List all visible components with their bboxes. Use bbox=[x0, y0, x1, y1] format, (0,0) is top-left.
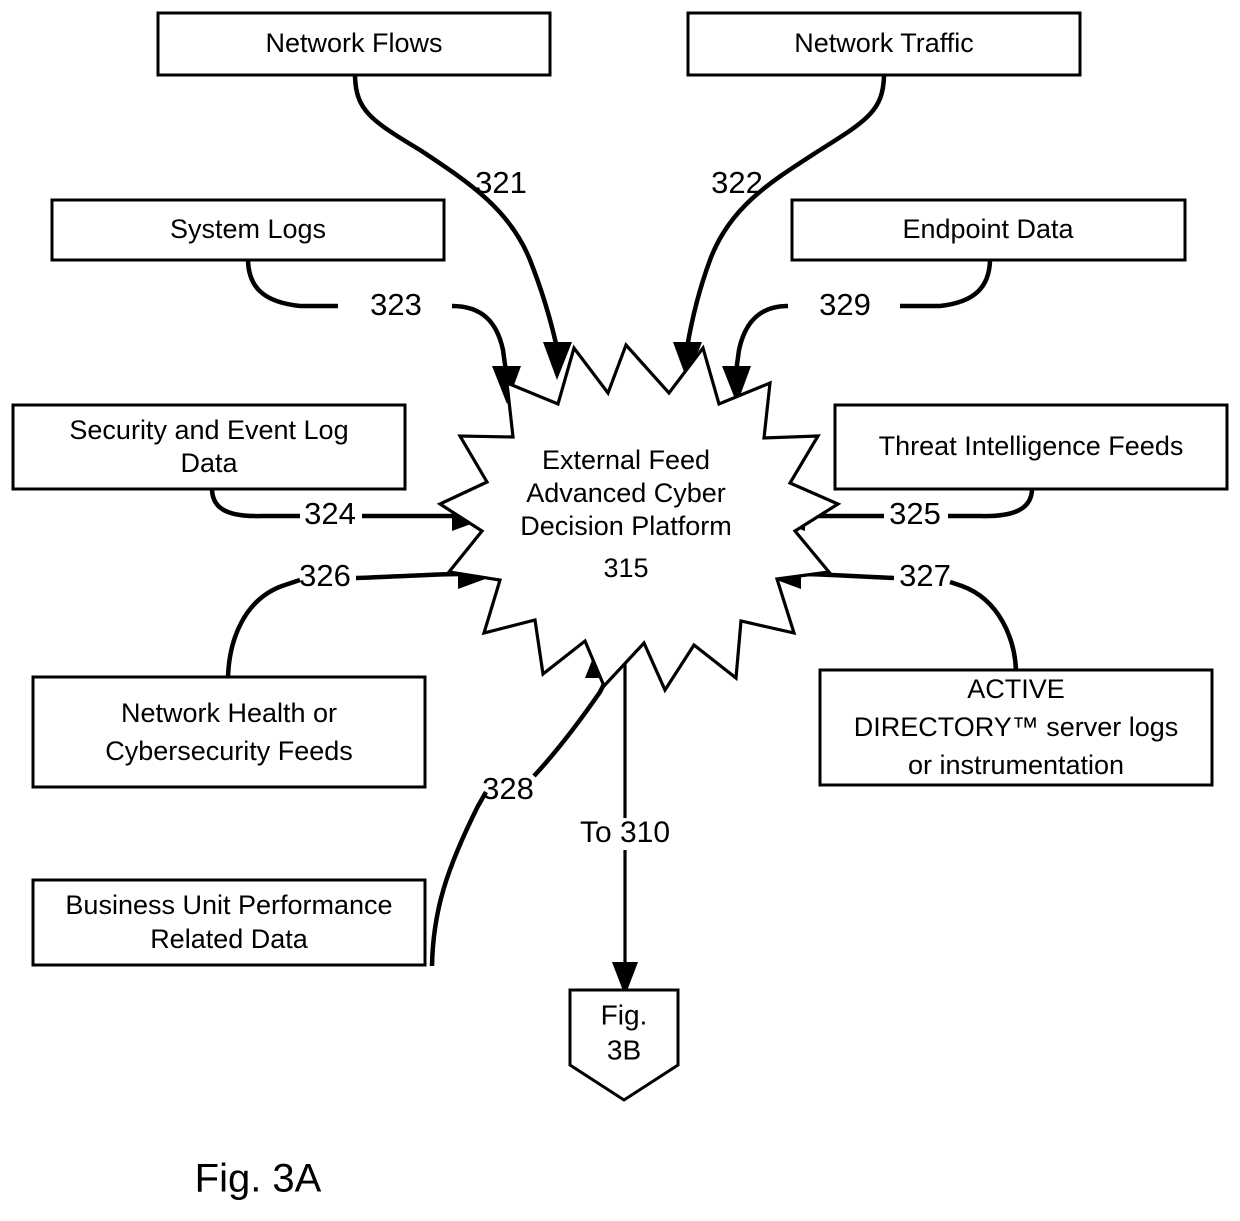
hub-line-1: External Feed bbox=[542, 445, 710, 475]
off-page-connector-fig-3b[interactable]: Fig. 3B bbox=[568, 988, 680, 1102]
hub-reference-number: 315 bbox=[603, 553, 648, 583]
reference-numeral-328: 328 bbox=[482, 771, 534, 806]
connector-323 bbox=[245, 260, 521, 404]
source-box-security-and-event-log-data[interactable]: Security and Event Log Data bbox=[11, 403, 407, 491]
source-box-network-health-or-cybersecurity-feeds[interactable]: Network Health or Cybersecurity Feeds bbox=[31, 675, 427, 789]
active-directory-line-3: or instrumentation bbox=[908, 750, 1124, 780]
reference-numeral-325: 325 bbox=[889, 496, 941, 531]
business-unit-line-1: Business Unit Performance bbox=[65, 890, 392, 920]
threat-intelligence-feeds-label: Threat Intelligence Feeds bbox=[879, 431, 1184, 461]
source-box-business-unit-performance-related-data[interactable]: Business Unit Performance Related Data bbox=[31, 878, 427, 967]
active-directory-line-2: DIRECTORY™ server logs bbox=[854, 712, 1179, 742]
source-box-active-directory-server-logs[interactable]: ACTIVE DIRECTORY™ server logs or instrum… bbox=[818, 668, 1214, 787]
business-unit-line-2: Related Data bbox=[150, 924, 309, 954]
to-310-note: To 310 bbox=[580, 816, 670, 849]
source-box-system-logs[interactable]: System Logs bbox=[50, 198, 446, 262]
reference-numeral-327: 327 bbox=[899, 558, 951, 593]
reference-numeral-321: 321 bbox=[475, 165, 527, 200]
figure-caption: Fig. 3A bbox=[195, 1157, 322, 1201]
source-box-endpoint-data[interactable]: Endpoint Data bbox=[790, 198, 1187, 262]
connector-327 bbox=[763, 561, 1019, 672]
reference-numeral-324: 324 bbox=[304, 496, 356, 531]
figure-canvas: External Feed Advanced Cyber Decision Pl… bbox=[11, 11, 1229, 1201]
fig-3b-line-1: Fig. bbox=[601, 999, 648, 1030]
system-logs-label: System Logs bbox=[170, 214, 326, 244]
reference-numeral-323: 323 bbox=[370, 287, 422, 322]
connector-326 bbox=[225, 561, 496, 679]
security-and-event-log-data-line-2: Data bbox=[180, 448, 238, 478]
endpoint-data-label: Endpoint Data bbox=[902, 214, 1074, 244]
reference-numeral-322: 322 bbox=[711, 165, 763, 200]
source-box-network-traffic[interactable]: Network Traffic bbox=[686, 11, 1082, 77]
patent-figure-3a: External Feed Advanced Cyber Decision Pl… bbox=[0, 0, 1240, 1221]
active-directory-line-1: ACTIVE bbox=[967, 674, 1065, 704]
fig-3b-line-2: 3B bbox=[607, 1034, 641, 1065]
connector-329 bbox=[722, 260, 993, 404]
network-health-line-1: Network Health or bbox=[121, 698, 337, 728]
security-and-event-log-data-line-1: Security and Event Log bbox=[69, 415, 348, 445]
hub-line-2: Advanced Cyber bbox=[526, 478, 726, 508]
source-box-network-flows[interactable]: Network Flows bbox=[156, 11, 552, 77]
reference-numeral-329: 329 bbox=[819, 287, 871, 322]
network-traffic-label: Network Traffic bbox=[794, 28, 974, 58]
source-box-threat-intelligence-feeds[interactable]: Threat Intelligence Feeds bbox=[833, 403, 1229, 491]
network-health-line-2: Cybersecurity Feeds bbox=[105, 736, 353, 766]
reference-numeral-326: 326 bbox=[299, 558, 351, 593]
network-flows-label: Network Flows bbox=[265, 28, 442, 58]
network-health-or-cybersecurity-feeds-box[interactable] bbox=[31, 675, 427, 789]
hub-line-3: Decision Platform bbox=[520, 511, 732, 541]
